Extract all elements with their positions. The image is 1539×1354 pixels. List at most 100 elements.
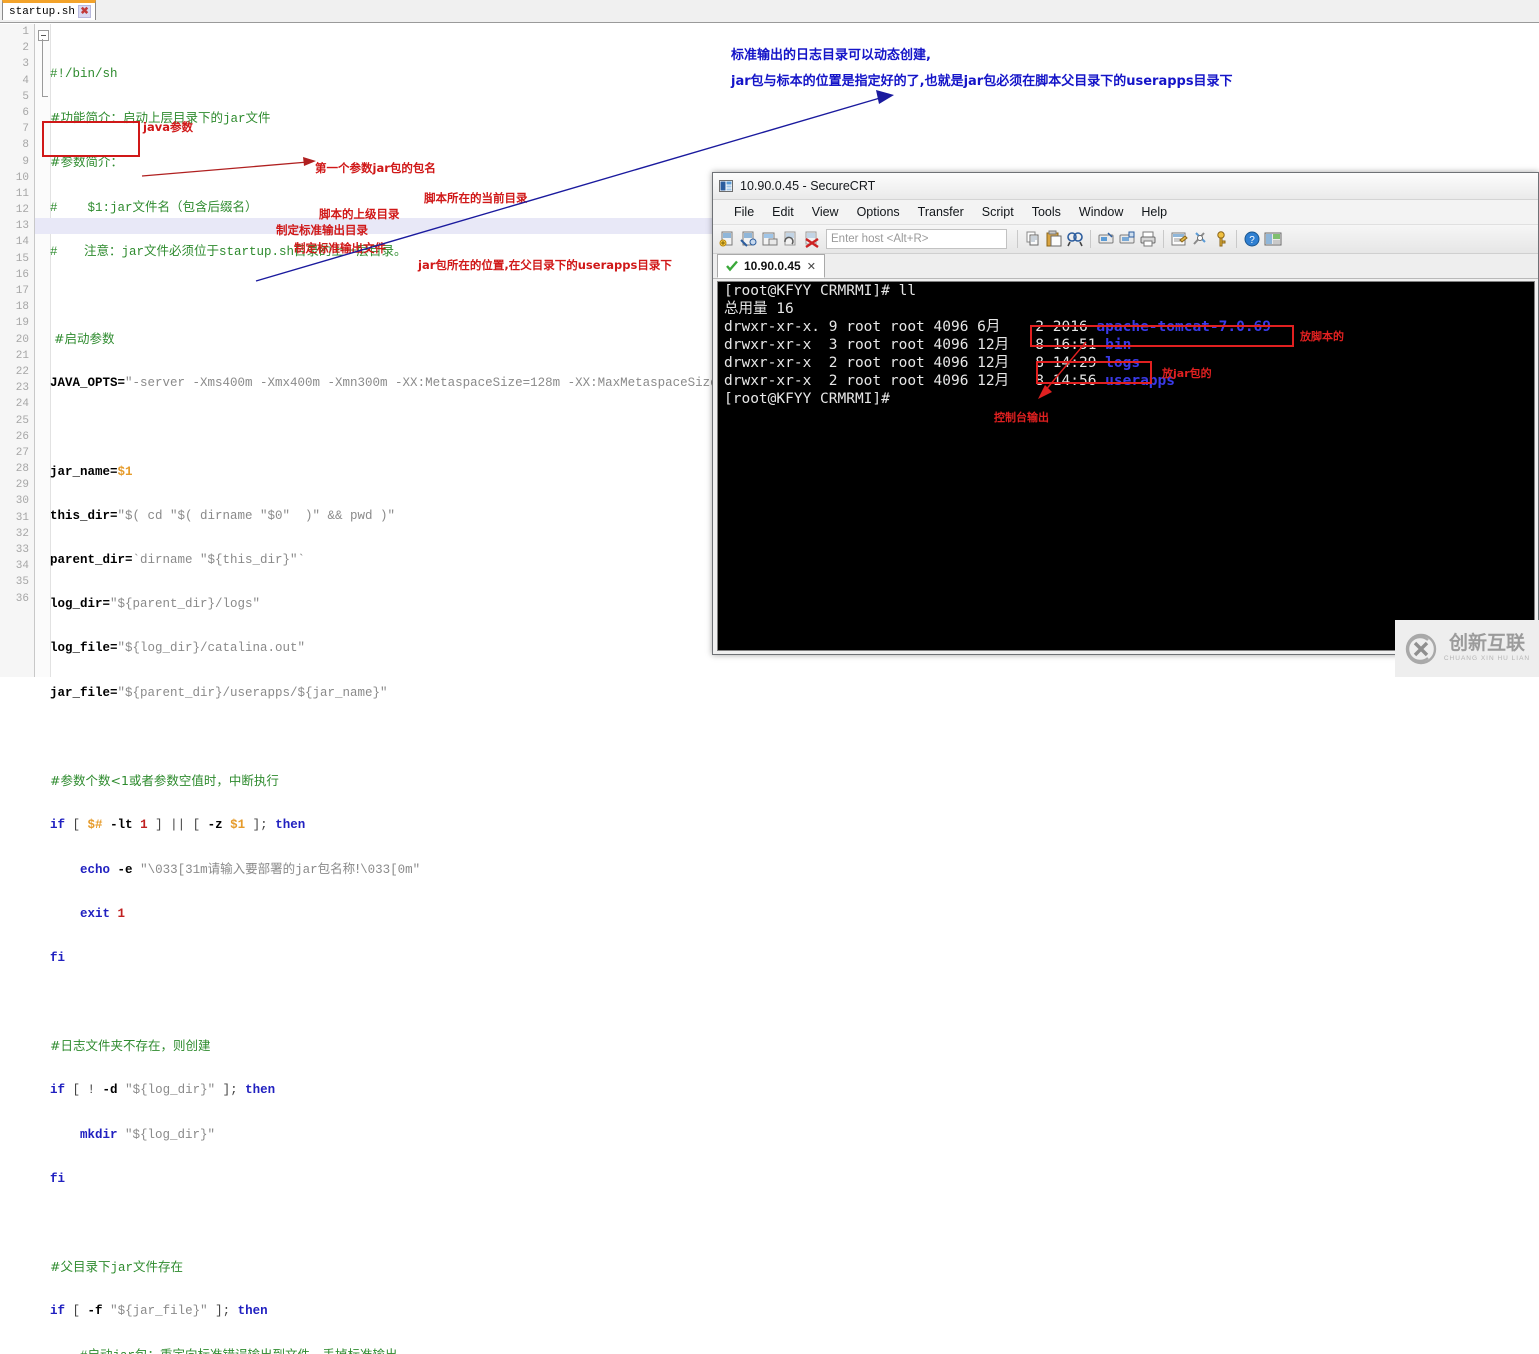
svg-text:?: ? (1249, 235, 1255, 246)
connect-in-tab-icon[interactable] (761, 230, 779, 248)
copy-icon[interactable] (1024, 230, 1042, 248)
menu-item-transfer[interactable]: Transfer (909, 203, 973, 221)
line-number: 27 (0, 445, 34, 461)
help-icon[interactable]: ? (1243, 230, 1261, 248)
code-line-29: if [ -f "${jar_file}" ]; then (50, 1303, 1539, 1319)
annotation-java-params: java参数 (143, 119, 193, 135)
line-number: 28 (0, 461, 34, 477)
securecrt-session-tab-bar[interactable]: 10.90.0.45 ✕ (713, 254, 1538, 279)
log-session-icon[interactable] (1097, 230, 1115, 248)
find-icon[interactable] (1066, 230, 1084, 248)
terminal-output-area[interactable]: [root@KFYY CRMRMI]# ll 总用量 16 drwxr-xr-x… (717, 281, 1535, 651)
line-number: 24 (0, 396, 34, 412)
session-tab-label: 10.90.0.45 (744, 259, 801, 273)
line-number: 20 (0, 332, 34, 348)
line-number: 11 (0, 186, 34, 202)
line-number: 13 (0, 218, 34, 234)
fold-collapse-icon[interactable] (38, 30, 49, 41)
connect-icon[interactable] (719, 230, 737, 248)
line-number: 34 (0, 558, 34, 574)
code-line-26: fi (50, 1171, 1539, 1187)
connected-check-icon (726, 260, 738, 272)
annotation-console-output-label: 控制台输出 (994, 409, 1049, 425)
paste-icon[interactable] (1045, 230, 1063, 248)
line-number: 16 (0, 267, 34, 283)
menu-item-file[interactable]: File (725, 203, 763, 221)
menu-item-view[interactable]: View (803, 203, 848, 221)
editor-tab-label: startup.sh (9, 6, 75, 18)
host-input-placeholder: Enter host <Alt+R> (831, 233, 929, 245)
annotation-arrow-console-output (1028, 337, 1098, 407)
code-line-17: #参数个数<1或者参数空值时，中断执行 (50, 773, 1539, 789)
window-layout-icon[interactable] (1264, 230, 1282, 248)
line-number: 31 (0, 510, 34, 526)
watermark-text: 创新互联 CHUANG XIN HU LIAN (1444, 634, 1530, 663)
editor-tab-startup-sh[interactable]: startup.sh ✖ (2, 0, 96, 20)
securecrt-menu-bar[interactable]: File Edit View Options Transfer Script T… (713, 200, 1538, 225)
quick-connect-icon[interactable] (740, 230, 758, 248)
line-number: 3 (0, 56, 34, 72)
code-line-30: #启动jar包；重定向标准错误输出到文件，丢掉标准输出 (50, 1347, 1539, 1354)
toolbar-separator (1090, 230, 1091, 248)
watermark: 创新互联 CHUANG XIN HU LIAN (1395, 620, 1539, 677)
code-line-16 (50, 729, 1539, 745)
menu-item-options[interactable]: Options (848, 203, 909, 221)
code-line-22 (50, 994, 1539, 1010)
print-screen-icon[interactable] (1118, 230, 1136, 248)
close-icon[interactable]: ✖ (78, 5, 91, 18)
fold-range-end-tick (42, 96, 48, 97)
line-number: 18 (0, 299, 34, 315)
session-tab-10-90-0-45[interactable]: 10.90.0.45 ✕ (717, 254, 825, 278)
line-number: 32 (0, 526, 34, 542)
line-number: 23 (0, 380, 34, 396)
annotation-box-startup-params (42, 121, 140, 157)
terminal-line: [root@KFYY CRMRMI]# ll (718, 282, 1534, 300)
editor-tab-strip: startup.sh ✖ (0, 0, 1539, 23)
annotation-blue-line-1: 标准输出的日志目录可以动态创建, (731, 44, 931, 63)
close-icon[interactable]: ✕ (807, 260, 816, 273)
terminal-line: [root@KFYY CRMRMI]# (718, 390, 1534, 408)
toolbar-separator (1163, 230, 1164, 248)
line-number: 10 (0, 170, 34, 186)
annotation-bin-label: 放脚本的 (1300, 328, 1344, 344)
code-line-20: exit 1 (50, 906, 1539, 922)
securecrt-app-icon (719, 179, 734, 194)
print-icon[interactable] (1139, 230, 1157, 248)
line-number: 36 (0, 591, 34, 607)
disconnect-icon[interactable] (803, 230, 821, 248)
line-number: 12 (0, 202, 34, 218)
line-number: 15 (0, 251, 34, 267)
key-icon[interactable] (1212, 230, 1230, 248)
securecrt-title-text: 10.90.0.45 - SecureCRT (740, 179, 875, 193)
menu-item-script[interactable]: Script (973, 203, 1023, 221)
host-input[interactable]: Enter host <Alt+R> (826, 229, 1007, 249)
line-number: 19 (0, 315, 34, 331)
toolbar-separator (1236, 230, 1237, 248)
cx-logo-icon (1404, 632, 1438, 666)
code-line-19: echo -e "\033[31m请输入要部署的jar包名称!\033[0m" (50, 861, 1539, 877)
session-options-icon[interactable] (1170, 230, 1188, 248)
securecrt-title-bar[interactable]: 10.90.0.45 - SecureCRT (713, 173, 1538, 200)
line-number: 33 (0, 542, 34, 558)
line-number: 17 (0, 283, 34, 299)
line-number: 29 (0, 477, 34, 493)
securecrt-toolbar[interactable]: Enter host <Alt+R> (713, 225, 1538, 254)
securecrt-window[interactable]: 10.90.0.45 - SecureCRT File Edit View Op… (712, 172, 1539, 655)
reconnect-icon[interactable] (782, 230, 800, 248)
line-number: 4 (0, 73, 34, 89)
line-number: 35 (0, 574, 34, 590)
code-line-25: mkdir "${log_dir}" (50, 1127, 1539, 1143)
fold-range-line (42, 39, 43, 96)
menu-item-edit[interactable]: Edit (763, 203, 803, 221)
line-number: 22 (0, 364, 34, 380)
line-number: 5 (0, 89, 34, 105)
line-number: 6 (0, 105, 34, 121)
code-line-24: if [ ! -d "${log_dir}" ]; then (50, 1082, 1539, 1098)
menu-item-window[interactable]: Window (1070, 203, 1132, 221)
watermark-sub-text: CHUANG XIN HU LIAN (1444, 656, 1530, 663)
menu-item-tools[interactable]: Tools (1023, 203, 1070, 221)
line-number: 30 (0, 493, 34, 509)
menu-item-help[interactable]: Help (1132, 203, 1176, 221)
global-options-icon[interactable] (1191, 230, 1209, 248)
code-line-23: #日志文件夹不存在，则创建 (50, 1038, 1539, 1054)
